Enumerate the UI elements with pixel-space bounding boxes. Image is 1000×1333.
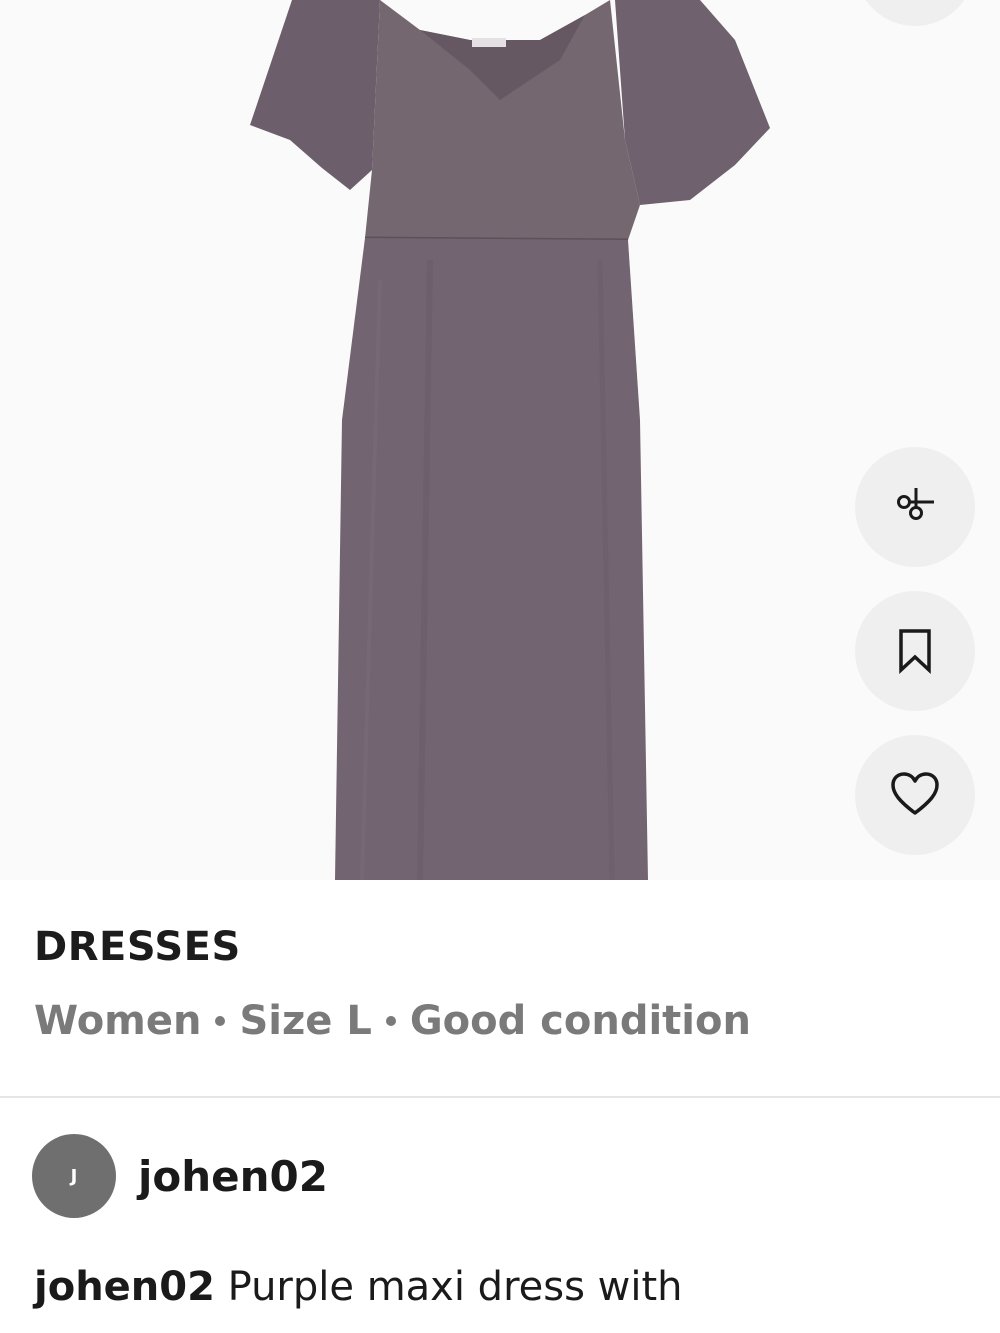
- seller-username: johen02: [138, 1151, 328, 1201]
- description-text: Purple maxi dress with: [227, 1264, 683, 1310]
- share-icon: [890, 482, 940, 532]
- product-category: DRESSES: [34, 924, 241, 970]
- save-button[interactable]: [855, 591, 975, 711]
- gender-label: Women: [34, 998, 202, 1044]
- like-button[interactable]: [855, 735, 975, 855]
- bookmark-icon: [893, 626, 937, 676]
- condition-label: Good condition: [409, 998, 751, 1044]
- product-description: johen02 Purple maxi dress with: [34, 1258, 964, 1316]
- divider: [0, 1096, 1000, 1098]
- seller-profile-link[interactable]: J johen02: [32, 1133, 328, 1219]
- avatar: J: [32, 1134, 116, 1218]
- product-image[interactable]: [0, 0, 1000, 880]
- dress-photo: [0, 0, 1000, 880]
- separator-dot: [385, 1016, 396, 1026]
- description-username[interactable]: johen02: [34, 1264, 215, 1310]
- size-label: Size L: [239, 998, 372, 1044]
- product-meta: Women Size L Good condition: [34, 998, 751, 1044]
- share-button[interactable]: [855, 447, 975, 567]
- heart-icon: [889, 771, 941, 819]
- separator-dot: [215, 1016, 226, 1026]
